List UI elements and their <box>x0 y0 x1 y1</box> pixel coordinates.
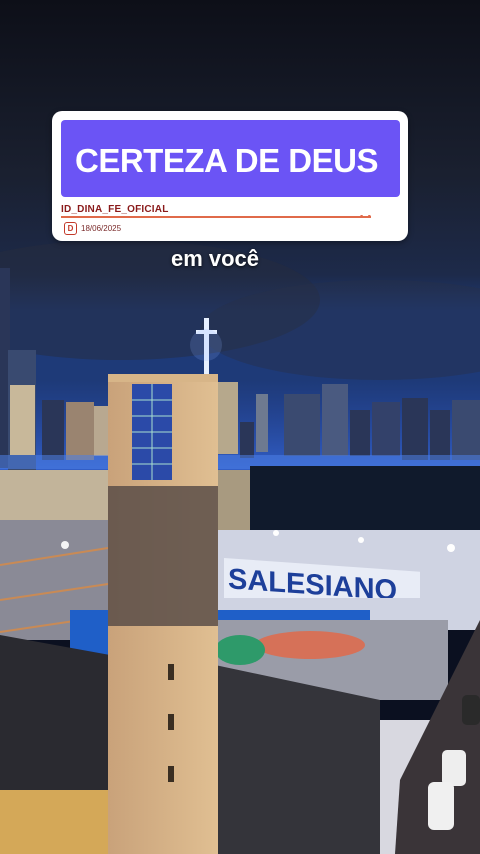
tower-shadow <box>108 486 218 626</box>
divider-dots: ▪ ▪ <box>360 211 372 221</box>
tower-slot <box>168 714 174 730</box>
car <box>462 695 480 725</box>
school-sign: SALESIANO <box>224 558 420 598</box>
caption-text: em você <box>170 246 260 271</box>
court-circle <box>255 631 365 659</box>
dark-treeline <box>250 466 480 536</box>
title-box: CERTEZA DE DEUS <box>61 120 400 197</box>
post-date: 18/06/2025 <box>81 224 122 233</box>
divider <box>61 216 371 218</box>
post-title: CERTEZA DE DEUS <box>75 142 378 179</box>
tower-slot <box>168 766 174 782</box>
tower-slot <box>168 664 174 680</box>
court-circle-green <box>215 635 265 665</box>
car <box>442 750 466 786</box>
cross-glow <box>190 329 222 361</box>
title-card: CERTEZA DE DEUS ID_DINA_FE_OFICIAL ▪ ▪ D… <box>52 111 408 241</box>
car <box>428 782 454 830</box>
tower-top <box>108 374 218 382</box>
channel-logo-icon: D <box>64 222 77 235</box>
church-wall <box>0 790 110 854</box>
account-handle[interactable]: ID_DINA_FE_OFICIAL <box>61 204 169 215</box>
